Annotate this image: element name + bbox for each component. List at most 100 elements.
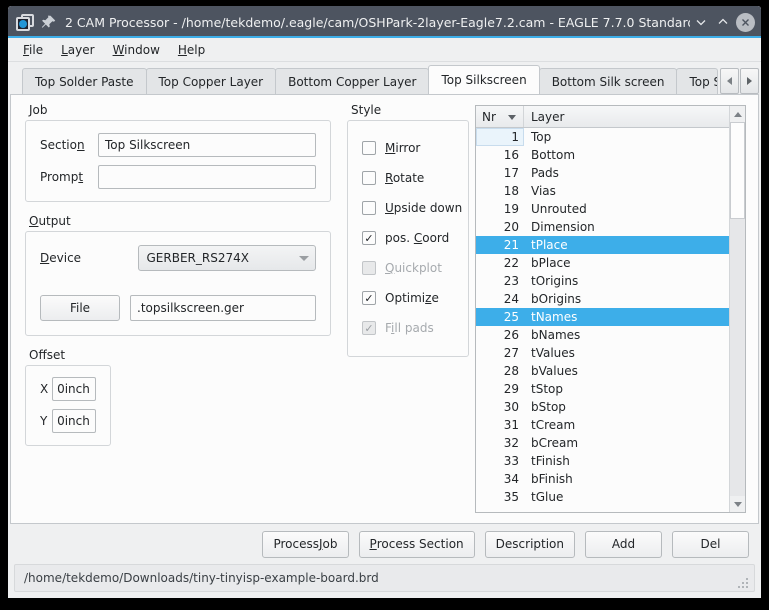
layer-row[interactable]: 21 tPlace [476, 236, 745, 254]
layer-number: 23 [503, 274, 519, 288]
layer-name: Top [531, 130, 552, 144]
checkbox-rotate[interactable]: Rotate [362, 163, 458, 193]
status-text: /home/tekdemo/Downloads/tiny-tinyisp-exa… [24, 571, 379, 585]
tab-scroll-right-button[interactable] [740, 68, 759, 94]
layer-row[interactable]: 28 bValues [476, 362, 745, 380]
layer-row[interactable]: 23 tOrigins [476, 272, 745, 290]
offset-x-row: X 0inch [40, 377, 96, 401]
layer-name: bStop [531, 400, 566, 414]
minimize-button[interactable] [690, 11, 712, 33]
column-header-layer[interactable]: Layer [524, 106, 745, 127]
checkbox-label: Quickplot [385, 261, 442, 275]
prompt-input[interactable] [98, 165, 316, 189]
layer-table-scrollbar[interactable] [729, 106, 745, 512]
tab-top-solder-paste[interactable]: Top Solder Paste [22, 68, 147, 94]
tab-scroll-controls [719, 68, 759, 94]
layer-row[interactable]: 18 Vias [476, 182, 745, 200]
output-group: Device GERBER_RS274X File .topsilkscreen… [25, 231, 331, 336]
layer-row[interactable]: 27 tValues [476, 344, 745, 362]
output-group-label: Output [29, 214, 71, 228]
layer-number: 21 [503, 238, 519, 252]
layer-row[interactable]: 19 Unrouted [476, 200, 745, 218]
layer-row[interactable]: 30 bStop [476, 398, 745, 416]
scrollbar-track[interactable] [730, 122, 745, 496]
tab-bottom-silk-screen[interactable]: Bottom Silk screen [538, 68, 678, 94]
del-button[interactable]: Del [672, 530, 749, 558]
layer-row[interactable]: 22 bPlace [476, 254, 745, 272]
layer-row[interactable]: 1 Top [476, 128, 745, 146]
offset-x-input[interactable]: 0inch [52, 377, 96, 401]
layer-number: 31 [503, 418, 519, 432]
tab-label: Top Silkscreen [441, 73, 527, 87]
checkbox-fill-pads: ✓ Fill pads [362, 313, 458, 343]
scroll-down-button[interactable] [730, 496, 745, 512]
layer-table-header: Nr Layer [476, 106, 745, 128]
tab-bottom-copper-layer[interactable]: Bottom Copper Layer [275, 68, 430, 94]
tab-top-copper-layer[interactable]: Top Copper Layer [145, 68, 277, 94]
layer-row[interactable]: 32 bCream [476, 434, 745, 452]
layer-row[interactable]: 35 tGlue [476, 488, 745, 506]
button-bar: Process Job Process Section Description … [8, 524, 761, 564]
layer-name: Pads [531, 166, 559, 180]
pin-icon[interactable] [41, 14, 57, 30]
file-button[interactable]: File [40, 295, 120, 321]
scroll-up-button[interactable] [730, 106, 745, 122]
section-label: Section [40, 138, 85, 152]
layer-row[interactable]: 20 Dimension [476, 218, 745, 236]
offset-group-label: Offset [29, 348, 66, 362]
close-button[interactable] [736, 12, 755, 32]
maximize-button[interactable] [712, 11, 734, 33]
checkbox-upside-down[interactable]: Upside down [362, 193, 462, 223]
sort-descending-icon [508, 115, 516, 120]
device-value: GERBER_RS274X [146, 251, 249, 265]
layer-row[interactable]: 31 tCream [476, 416, 745, 434]
layer-row[interactable]: 25 tNames [476, 308, 745, 326]
menu-file[interactable]: File [14, 41, 52, 59]
offset-y-label: Y [40, 414, 48, 428]
layer-name: tGlue [531, 490, 564, 504]
checkbox-mirror[interactable]: Mirror [362, 133, 458, 163]
column-header-nr-label: Nr [482, 109, 496, 124]
layer-number: 18 [503, 184, 519, 198]
section-input[interactable]: Top Silkscreen [98, 133, 316, 157]
middle-column: Style Mirror Rotate Upside down ✓ pos. C… [341, 95, 469, 523]
process-job-button[interactable]: Process Job [262, 530, 349, 558]
scrollbar-thumb[interactable] [730, 122, 745, 220]
layer-row[interactable]: 17 Pads [476, 164, 745, 182]
menu-layer[interactable]: Layer [52, 41, 103, 59]
layer-number: 27 [503, 346, 519, 360]
layer-row[interactable]: 16 Bottom [476, 146, 745, 164]
resize-grip-icon[interactable] [738, 576, 750, 588]
layer-name: tNames [531, 310, 578, 324]
file-input[interactable]: .topsilkscreen.ger [130, 295, 316, 321]
left-column: Job Section Top Silkscreen Prompt Output… [11, 95, 341, 523]
checkbox-pos-coord[interactable]: ✓ pos. Coord [362, 223, 458, 253]
tab-scroll-left-button[interactable] [720, 68, 739, 94]
process-section-button[interactable]: Process Section [358, 530, 475, 558]
tab-top-silkscreen[interactable]: Top Silkscreen [428, 65, 540, 94]
column-header-nr[interactable]: Nr [476, 106, 524, 127]
layer-row[interactable]: 34 bFinish [476, 470, 745, 488]
offset-y-input[interactable]: 0inch [52, 409, 96, 433]
checkbox-label: Fill pads [385, 321, 434, 335]
layer-row[interactable]: 24 bOrigins [476, 290, 745, 308]
layer-number: 33 [503, 454, 519, 468]
title-bar: 2 CAM Processor - /home/tekdemo/.eagle/c… [8, 6, 761, 38]
checkbox-label: Optimize [385, 291, 439, 305]
menu-window[interactable]: Window [104, 41, 169, 59]
layer-row[interactable]: 29 tStop [476, 380, 745, 398]
style-group-label: Style [351, 103, 382, 117]
layer-name: tValues [531, 346, 575, 360]
menu-help[interactable]: Help [169, 41, 214, 59]
checkbox-optimize[interactable]: ✓ Optimize [362, 283, 458, 313]
layer-table-body[interactable]: 1 Top 16 Bottom 17 Pads 18 Vias 19 Unrouted 20 Dime… [476, 128, 745, 512]
description-button[interactable]: Description [484, 530, 575, 558]
layer-row[interactable]: 26 bNames [476, 326, 745, 344]
tab-top-solder-mask[interactable]: Top S [676, 68, 718, 94]
layer-row[interactable]: 33 tFinish [476, 452, 745, 470]
add-button[interactable]: Add [585, 530, 662, 558]
checkbox-box: ✓ [362, 321, 376, 335]
device-row: Device GERBER_RS274X [40, 245, 316, 271]
layer-number: 20 [503, 220, 519, 234]
device-dropdown[interactable]: GERBER_RS274X [137, 245, 316, 271]
